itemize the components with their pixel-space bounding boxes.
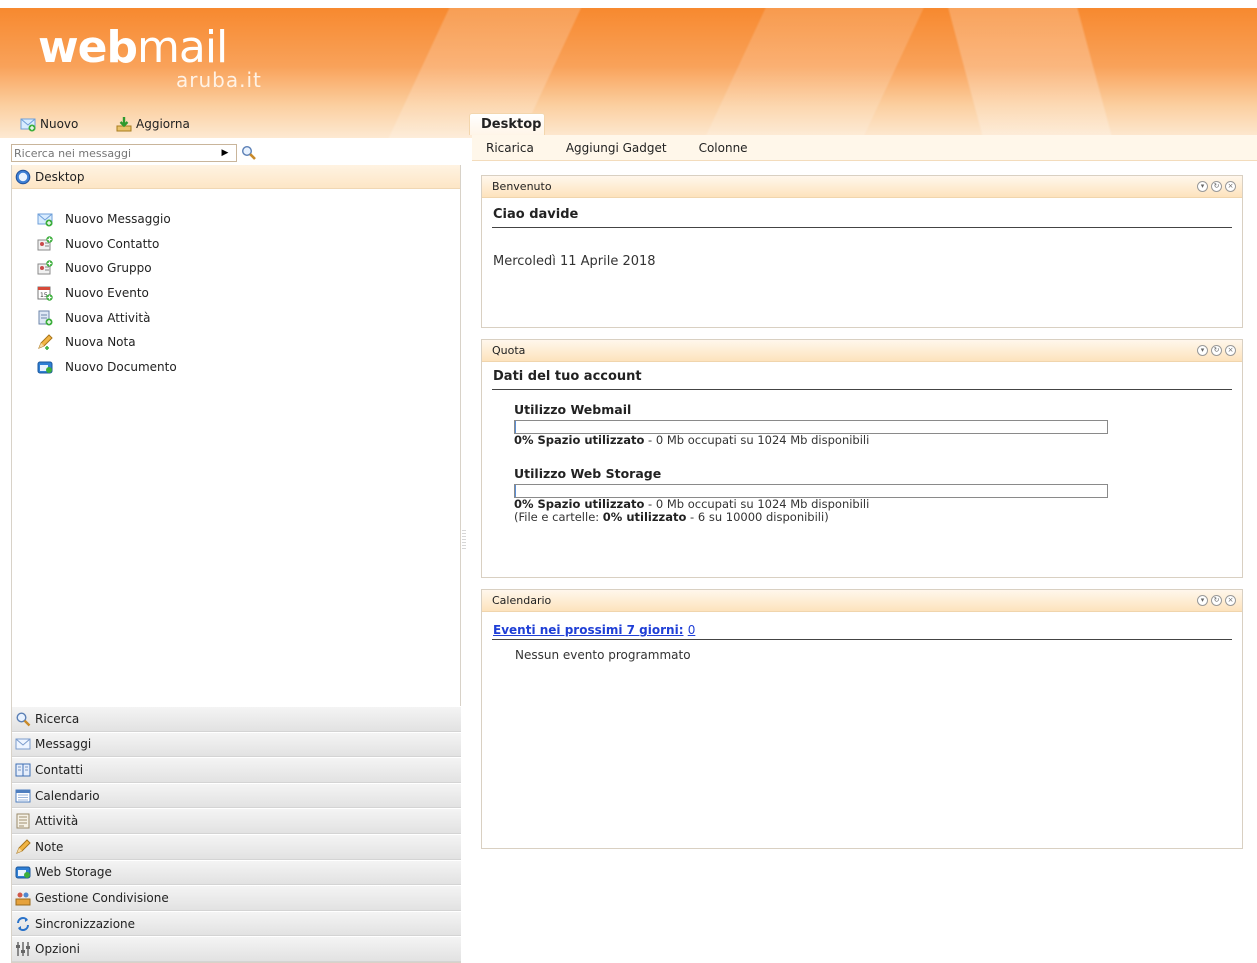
magnifier-icon — [240, 145, 256, 161]
quick-new-document[interactable]: Nuovo Documento — [12, 355, 177, 380]
new-event-icon: 15 — [37, 285, 53, 301]
envelope-icon — [15, 736, 31, 752]
reload-button[interactable]: Ricarica — [486, 141, 534, 155]
section-messaggi[interactable]: Messaggi — [12, 731, 461, 758]
search-field[interactable]: ▶ — [11, 144, 237, 162]
storage-usage-title: Utilizzo Web Storage — [514, 466, 662, 481]
refresh-icon[interactable]: ↻ — [1211, 595, 1222, 606]
add-gadget-button[interactable]: Aggiungi Gadget — [566, 141, 667, 155]
storage-usage-bar — [514, 484, 1108, 498]
quick-new-group[interactable]: Nuovo Gruppo — [12, 256, 177, 281]
webmail-usage: Utilizzo Webmail 0% Spazio utilizzato - … — [514, 402, 1242, 447]
quick-new-event[interactable]: 15 Nuovo Evento — [12, 281, 177, 306]
desktop-section-header[interactable]: Desktop — [12, 165, 460, 189]
tab-desktop[interactable]: Desktop — [469, 113, 545, 135]
webmail-usage-title: Utilizzo Webmail — [514, 402, 632, 417]
search-button[interactable] — [240, 145, 258, 161]
new-document-icon — [37, 359, 53, 375]
quick-new-note[interactable]: Nuova Nota — [12, 330, 177, 355]
close-icon[interactable]: × — [1225, 181, 1236, 192]
sharing-icon — [15, 890, 31, 906]
refresh-download-icon — [116, 116, 132, 132]
sections-accordion: Ricerca Messaggi Contatti Calendario Att… — [12, 706, 461, 962]
note-icon — [15, 839, 31, 855]
quota-gadget: Quota ▾ ↻ × Dati del tuo account Utilizz… — [481, 339, 1243, 578]
section-sincronizzazione[interactable]: Sincronizzazione — [12, 910, 461, 937]
section-calendario[interactable]: Calendario — [12, 782, 461, 809]
quick-actions-list: Nuovo Messaggio Nuovo Contatto Nuovo Gru… — [12, 207, 177, 379]
refresh-button[interactable]: Aggiorna — [116, 116, 190, 132]
desktop-toolbar: Ricarica Aggiungi Gadget Colonne — [472, 135, 1257, 161]
new-contact-icon — [37, 236, 53, 252]
section-gestione-condivisione[interactable]: Gestione Condivisione — [12, 885, 461, 911]
section-note[interactable]: Note — [12, 834, 461, 860]
new-message-icon — [37, 211, 53, 227]
search-icon — [15, 711, 31, 727]
events-count[interactable]: 0 — [688, 623, 696, 637]
refresh-icon[interactable]: ↻ — [1211, 181, 1222, 192]
quick-new-message[interactable]: Nuovo Messaggio — [12, 207, 177, 232]
quota-title: Dati del tuo account — [492, 362, 1232, 390]
desktop-globe-icon — [15, 169, 31, 185]
current-date: Mercoledì 11 Aprile 2018 — [493, 254, 656, 269]
calendar-icon — [15, 788, 31, 804]
events-link[interactable]: Eventi nei prossimi 7 giorni: — [493, 623, 684, 637]
webmail-usage-bar — [514, 420, 1108, 434]
welcome-gadget-header: Benvenuto ▾ ↻ × — [482, 176, 1242, 198]
new-task-icon — [37, 310, 53, 326]
quota-gadget-header: Quota ▾ ↻ × — [482, 340, 1242, 362]
close-icon[interactable]: × — [1225, 345, 1236, 356]
storage-usage: Utilizzo Web Storage 0% Spazio utilizzat… — [514, 466, 1242, 524]
webmail-usage-fill — [515, 421, 516, 433]
search-dropdown-arrow-icon[interactable]: ▶ — [218, 148, 232, 158]
new-note-icon — [37, 334, 53, 351]
panel-splitter[interactable] — [462, 530, 466, 550]
section-web-storage[interactable]: Web Storage — [12, 859, 461, 886]
events-heading: Eventi nei prossimi 7 giorni: 0 — [492, 612, 1232, 640]
new-message-icon — [20, 116, 36, 132]
quick-new-task[interactable]: Nuova Attività — [12, 305, 177, 330]
task-list-icon — [15, 813, 31, 829]
section-opzioni[interactable]: Opzioni — [12, 936, 461, 962]
search-input[interactable] — [12, 145, 218, 161]
sync-icon — [15, 916, 31, 932]
columns-button[interactable]: Colonne — [699, 141, 748, 155]
collapse-icon[interactable]: ▾ — [1197, 181, 1208, 192]
section-ricerca[interactable]: Ricerca — [12, 706, 461, 732]
left-panel: Desktop Nuovo Messaggio Nuovo Contatto N… — [11, 165, 461, 963]
collapse-icon[interactable]: ▾ — [1197, 595, 1208, 606]
quick-new-contact[interactable]: Nuovo Contatto — [12, 232, 177, 257]
address-book-icon — [15, 762, 31, 778]
web-storage-icon — [15, 864, 31, 880]
new-button[interactable]: Nuovo — [20, 116, 78, 132]
new-group-icon — [37, 260, 53, 276]
webmail-logo: webmail aruba.it — [38, 22, 262, 92]
greeting-title: Ciao davide — [492, 198, 1232, 228]
collapse-icon[interactable]: ▾ — [1197, 345, 1208, 356]
options-icon — [15, 941, 31, 957]
welcome-gadget: Benvenuto ▾ ↻ × Ciao davide Mercoledì 11… — [481, 175, 1243, 328]
section-attivita[interactable]: Attività — [12, 808, 461, 835]
no-events-text: Nessun evento programmato — [515, 648, 691, 662]
section-contatti[interactable]: Contatti — [12, 757, 461, 783]
refresh-icon[interactable]: ↻ — [1211, 345, 1222, 356]
calendar-gadget-header: Calendario ▾ ↻ × — [482, 590, 1242, 612]
storage-usage-fill — [515, 485, 516, 497]
calendar-gadget: Calendario ▾ ↻ × Eventi nei prossimi 7 g… — [481, 589, 1243, 849]
close-icon[interactable]: × — [1225, 595, 1236, 606]
